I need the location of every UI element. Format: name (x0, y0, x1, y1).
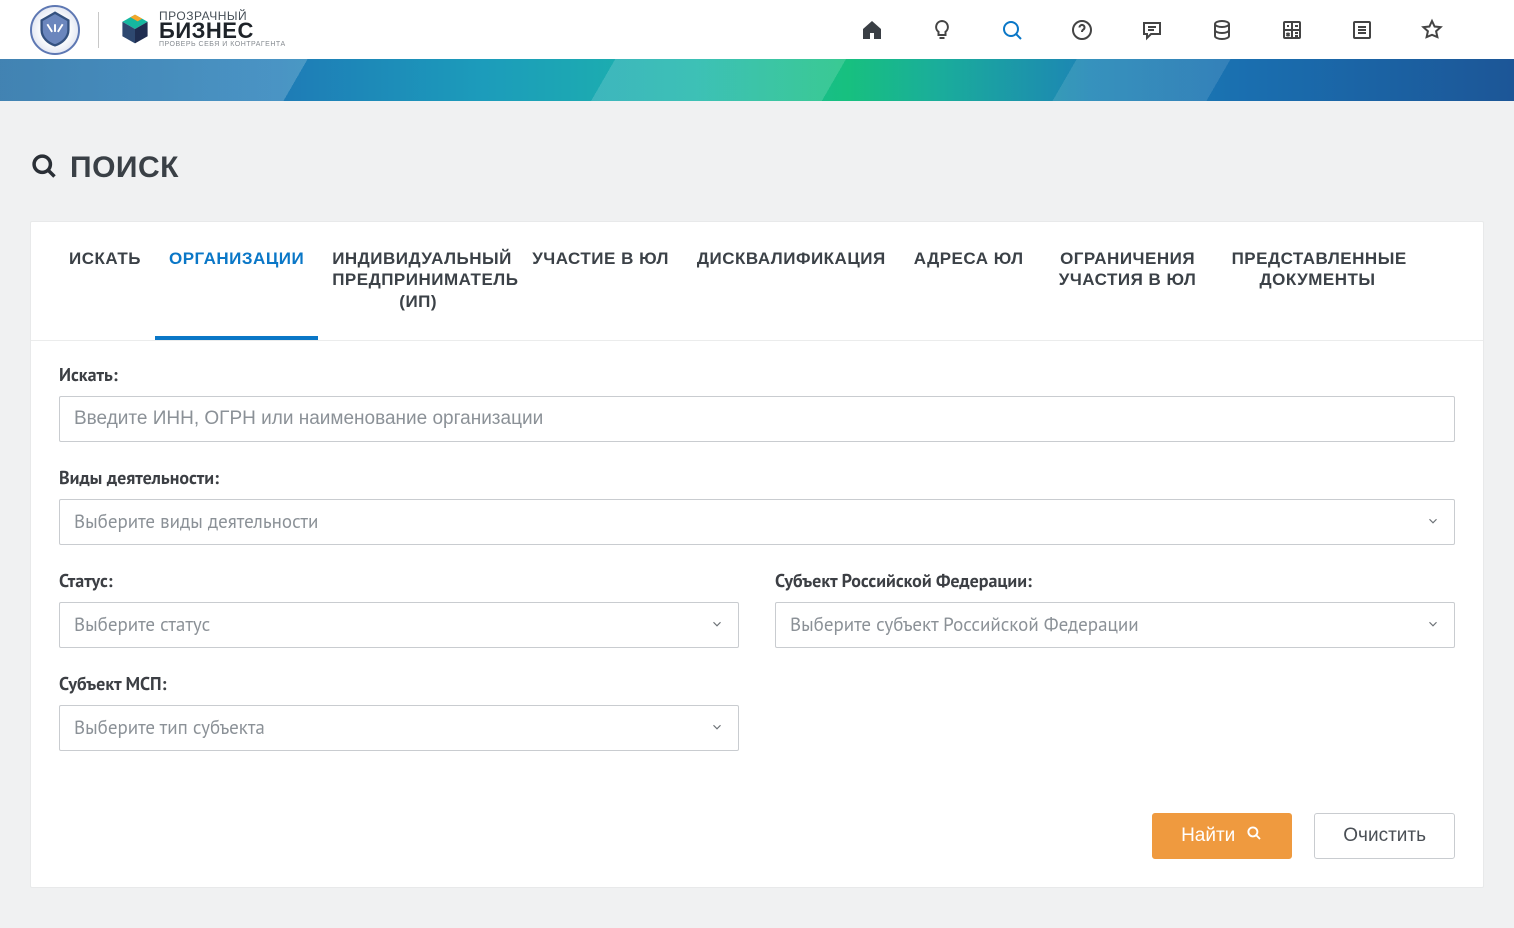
tab-addresses[interactable]: АДРЕСА ЮЛ (900, 222, 1038, 340)
field-region: Субъект Российской Федерации: Выберите с… (775, 569, 1455, 648)
find-label: Найти (1181, 825, 1235, 847)
region-placeholder: Выберите субъект Российской Федерации (790, 613, 1139, 637)
clear-label: Очистить (1343, 825, 1426, 847)
region-label: Субъект Российской Федерации: (775, 569, 1455, 592)
logo-block[interactable]: ПРОЗРАЧНЫЙ БИЗНЕС ПРОВЕРЬ СЕБЯ И КОНТРАГ… (30, 5, 286, 55)
msp-label: Субъект МСП: (59, 672, 739, 695)
lightbulb-icon[interactable] (930, 18, 954, 42)
chevron-down-icon (1426, 613, 1440, 637)
tab-label: АДРЕСА ЮЛ (914, 249, 1024, 268)
tab-participation-limits[interactable]: ОГРАНИЧЕНИЯ УЧАСТИЯ В ЮЛ (1038, 222, 1218, 340)
activity-label: Виды деятельности: (59, 466, 1455, 489)
logo-line2: БИЗНЕС (159, 21, 286, 41)
logo-line3: ПРОВЕРЬ СЕБЯ И КОНТРАГЕНТА (159, 42, 286, 48)
tab-label: ОРГАНИЗАЦИИ (169, 249, 304, 268)
tab-search-all[interactable]: ИСКАТЬ (55, 222, 155, 340)
search-card: ИСКАТЬ ОРГАНИЗАЦИИ ИНДИВИДУАЛЬНЫЙ ПРЕДПР… (30, 221, 1484, 888)
search-title-icon (30, 152, 58, 185)
tab-label: ДИСКВАЛИФИКАЦИЯ (697, 249, 886, 268)
list-icon[interactable] (1350, 18, 1374, 42)
star-icon[interactable] (1420, 18, 1444, 42)
field-search: Искать: (59, 363, 1455, 442)
chevron-down-icon (710, 613, 724, 637)
tab-label: ОГРАНИЧЕНИЯ УЧАСТИЯ В ЮЛ (1059, 249, 1197, 289)
nav-icons (860, 18, 1484, 42)
field-status: Статус: Выберите статус (59, 569, 739, 648)
tabs: ИСКАТЬ ОРГАНИЗАЦИИ ИНДИВИДУАЛЬНЫЙ ПРЕДПР… (31, 222, 1483, 341)
page-title-row: ПОИСК (30, 151, 1484, 185)
field-activity: Виды деятельности: Выберите виды деятель… (59, 466, 1455, 545)
tab-documents[interactable]: ПРЕДСТАВЛЕННЫЕ ДОКУМЕНТЫ (1218, 222, 1418, 340)
tab-label: ИСКАТЬ (69, 249, 141, 268)
status-placeholder: Выберите статус (74, 613, 210, 637)
emblem-icon (30, 5, 80, 55)
activity-select[interactable]: Выберите виды деятельности (59, 499, 1455, 545)
tab-label: ИНДИВИДУАЛЬНЫЙ ПРЕДПРИНИМАТЕЛЬ (ИП) (332, 249, 518, 311)
status-select[interactable]: Выберите статус (59, 602, 739, 648)
search-icon (1245, 824, 1263, 848)
actions: Найти Очистить (31, 783, 1483, 887)
calculator-icon[interactable] (1280, 18, 1304, 42)
tab-participation[interactable]: УЧАСТИЕ В ЮЛ (518, 222, 683, 340)
main: ПОИСК ИСКАТЬ ОРГАНИЗАЦИИ ИНДИВИДУАЛЬНЫЙ … (0, 101, 1514, 928)
find-button[interactable]: Найти (1152, 813, 1292, 859)
tab-disqualification[interactable]: ДИСКВАЛИФИКАЦИЯ (683, 222, 900, 340)
tab-label: ПРЕДСТАВЛЕННЫЕ ДОКУМЕНТЫ (1232, 249, 1407, 289)
msp-select[interactable]: Выберите тип субъекта (59, 705, 739, 751)
search-input[interactable] (59, 396, 1455, 442)
database-icon[interactable] (1210, 18, 1234, 42)
chat-icon[interactable] (1140, 18, 1164, 42)
region-select[interactable]: Выберите субъект Российской Федерации (775, 602, 1455, 648)
clear-button[interactable]: Очистить (1314, 813, 1455, 859)
search-icon[interactable] (1000, 18, 1024, 42)
tab-label: УЧАСТИЕ В ЮЛ (532, 249, 669, 268)
form-body: Искать: Виды деятельности: Выберите виды… (31, 341, 1483, 783)
header: ПРОЗРАЧНЫЙ БИЗНЕС ПРОВЕРЬ СЕБЯ И КОНТРАГ… (0, 0, 1514, 59)
tab-organizations[interactable]: ОРГАНИЗАЦИИ (155, 222, 318, 340)
logo-text-block: ПРОЗРАЧНЫЙ БИЗНЕС ПРОВЕРЬ СЕБЯ И КОНТРАГ… (117, 11, 286, 49)
banner-strip (0, 59, 1514, 101)
logo-title: ПРОЗРАЧНЫЙ БИЗНЕС ПРОВЕРЬ СЕБЯ И КОНТРАГ… (159, 11, 286, 49)
chevron-down-icon (710, 716, 724, 740)
tab-individual-entrepreneur[interactable]: ИНДИВИДУАЛЬНЫЙ ПРЕДПРИНИМАТЕЛЬ (ИП) (318, 222, 518, 340)
chevron-down-icon (1426, 510, 1440, 534)
home-icon[interactable] (860, 18, 884, 42)
msp-placeholder: Выберите тип субъекта (74, 716, 265, 740)
help-icon[interactable] (1070, 18, 1094, 42)
status-label: Статус: (59, 569, 739, 592)
activity-placeholder: Выберите виды деятельности (74, 510, 318, 534)
search-label: Искать: (59, 363, 1455, 386)
page-title: ПОИСК (70, 151, 179, 185)
logo-divider (98, 12, 99, 48)
field-msp: Субъект МСП: Выберите тип субъекта (59, 672, 739, 751)
cube-icon (117, 11, 153, 47)
